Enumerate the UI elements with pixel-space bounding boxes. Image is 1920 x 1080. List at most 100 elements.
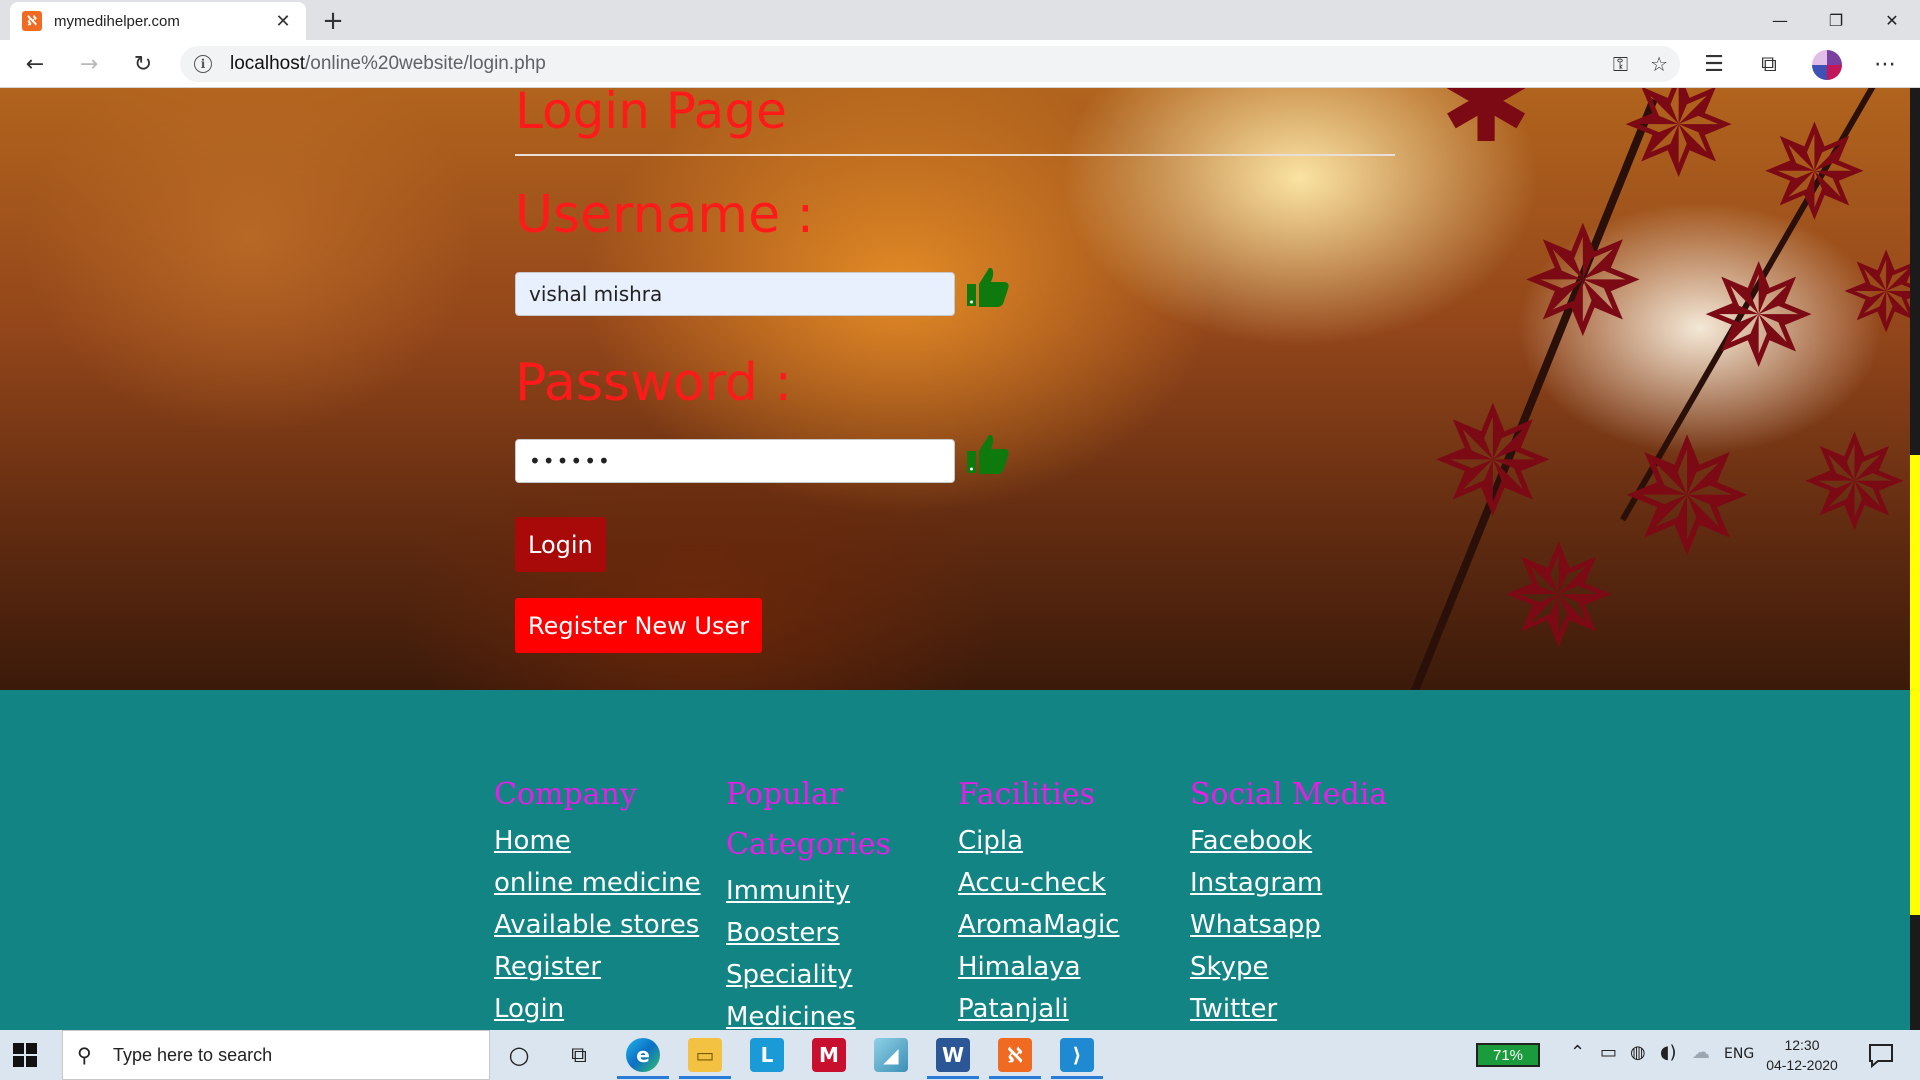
- username-label: Username :: [515, 185, 815, 245]
- battery-indicator[interactable]: 71%: [1476, 1043, 1540, 1067]
- footer-link-twitter[interactable]: Twitter: [1190, 988, 1410, 1030]
- active-app-indicator: [989, 1076, 1041, 1079]
- url-text[interactable]: localhost/online%20website/login.php: [230, 53, 546, 75]
- footer-heading: Social Media: [1190, 777, 1388, 812]
- battery-icon[interactable]: ▭: [1600, 1042, 1617, 1063]
- maple-leaf-icon: ✵: [1800, 407, 1909, 559]
- restore-icon[interactable]: ❐: [1808, 0, 1864, 40]
- favorite-star-icon[interactable]: ☆: [1650, 52, 1668, 76]
- active-app-indicator: [679, 1076, 731, 1079]
- active-app-indicator: [927, 1076, 979, 1079]
- maple-leaf-icon: ✵: [1620, 88, 1738, 209]
- maple-leaf-icon: ✵: [1700, 236, 1818, 399]
- collections-icon[interactable]: ⧉: [1752, 48, 1786, 80]
- browser-tab[interactable]: ℵ mymedihelper.com ✕: [10, 2, 306, 40]
- back-icon[interactable]: ←: [18, 48, 52, 80]
- footer-link-aromamagic[interactable]: AromaMagic: [958, 904, 1178, 946]
- footer-link-patanjali[interactable]: Patanjali: [958, 988, 1178, 1030]
- taskbar-search[interactable]: ⚲ Type here to search: [62, 1030, 490, 1080]
- volume-icon[interactable]: ◖): [1660, 1042, 1677, 1063]
- xampp-favicon-icon: ℵ: [22, 11, 42, 31]
- notes-app-icon[interactable]: ◢: [874, 1038, 908, 1072]
- footer-heading: Company: [494, 777, 637, 812]
- footer-link-whatsapp[interactable]: Whatsapp: [1190, 904, 1410, 946]
- cortana-icon[interactable]: ○: [502, 1038, 536, 1072]
- footer-link-immunity[interactable]: Immunity: [726, 870, 926, 912]
- onedrive-cloud-icon[interactable]: ☁: [1692, 1042, 1710, 1063]
- scrollbar-thumb[interactable]: [1910, 455, 1920, 915]
- url-host: localhost: [230, 53, 305, 74]
- footer-link-accu-check[interactable]: Accu-check: [958, 862, 1178, 904]
- maple-leaf-icon: ✵: [1760, 97, 1869, 249]
- footer-link-speciality[interactable]: Speciality: [726, 954, 926, 996]
- password-input[interactable]: ••••••: [515, 439, 955, 483]
- footer-link-register[interactable]: Register: [494, 946, 714, 988]
- network-globe-icon[interactable]: ◍: [1630, 1042, 1646, 1063]
- footer-column-popular-categories: Popular Categories Immunity Boosters Spe…: [726, 770, 926, 1038]
- show-hidden-icons-chevron-icon[interactable]: ⌃: [1570, 1042, 1585, 1063]
- title-divider: [515, 154, 1395, 156]
- key-icon[interactable]: ⚿: [1613, 52, 1628, 76]
- footer-link-himalaya[interactable]: Himalaya: [958, 946, 1178, 988]
- xampp-icon[interactable]: ℵ: [998, 1038, 1032, 1072]
- page-title: Login Page: [515, 88, 787, 140]
- maple-leaf-icon: ✱: [1440, 88, 1533, 167]
- footer-link-home[interactable]: Home: [494, 820, 714, 862]
- system-clock[interactable]: 12:30 04-12-2020: [1762, 1035, 1842, 1075]
- language-indicator[interactable]: ENG: [1724, 1046, 1754, 1062]
- browser-toolbar: ← → ↻ i localhost/online%20website/login…: [0, 40, 1920, 88]
- browser-tabstrip: ℵ mymedihelper.com ✕ + — ❐ ✕: [0, 0, 1920, 40]
- clock-date: 04-12-2020: [1766, 1057, 1838, 1073]
- close-window-icon[interactable]: ✕: [1864, 0, 1920, 40]
- tab-title: mymedihelper.com: [54, 12, 180, 30]
- footer-link-instagram[interactable]: Instagram: [1190, 862, 1410, 904]
- mcafee-shield-icon[interactable]: M: [812, 1038, 846, 1072]
- footer-link-cipla[interactable]: Cipla: [958, 820, 1178, 862]
- file-explorer-icon[interactable]: ▭: [688, 1038, 722, 1072]
- maple-leaf-icon: ✵: [1520, 196, 1646, 370]
- refresh-icon[interactable]: ↻: [126, 48, 160, 80]
- footer-link-facebook[interactable]: Facebook: [1190, 820, 1410, 862]
- tab-close-icon[interactable]: ✕: [272, 11, 294, 32]
- footer-link-login[interactable]: Login: [494, 988, 714, 1030]
- minimize-icon[interactable]: —: [1752, 0, 1808, 40]
- l-app-icon[interactable]: L: [750, 1038, 784, 1072]
- profile-avatar[interactable]: [1812, 50, 1842, 80]
- footer-heading: Popular Categories: [726, 777, 891, 862]
- active-app-indicator: [1051, 1076, 1103, 1079]
- forward-icon[interactable]: →: [72, 48, 106, 80]
- address-bar[interactable]: i localhost/online%20website/login.php ⚿…: [180, 46, 1680, 82]
- notification-center-icon[interactable]: [1866, 1040, 1896, 1070]
- active-app-indicator: [617, 1076, 669, 1079]
- windows-start-icon[interactable]: [12, 1042, 38, 1068]
- footer-column-social-media: Social Media Facebook Instagram Whatsapp…: [1190, 770, 1410, 1030]
- password-label: Password :: [515, 353, 792, 413]
- windows-taskbar: ⚲ Type here to search ○ ⧉ e ▭ L M ◢ W ℵ …: [0, 1030, 1920, 1080]
- thumbs-up-icon: [967, 434, 1009, 474]
- username-input[interactable]: vishal mishra: [515, 272, 955, 316]
- login-button[interactable]: Login: [515, 517, 606, 572]
- vscode-icon[interactable]: ⟩: [1060, 1038, 1094, 1072]
- login-hero: ✱ ✵ ✵ ✵ ✵ ✵ ✵ ✵ ✵ ✵ Login Page Username …: [0, 88, 1910, 690]
- site-info-icon[interactable]: i: [194, 55, 212, 73]
- more-menu-icon[interactable]: ⋯: [1868, 48, 1902, 80]
- thumbs-up-icon: [967, 267, 1009, 307]
- footer-link-skype[interactable]: Skype: [1190, 946, 1410, 988]
- clock-time: 12:30: [1784, 1037, 1820, 1053]
- new-tab-icon[interactable]: +: [318, 6, 348, 36]
- footer-column-company: Company Home online medicine Available s…: [494, 770, 714, 1030]
- task-view-icon[interactable]: ⧉: [562, 1038, 596, 1072]
- url-path: /online%20website/login.php: [305, 53, 546, 74]
- edge-browser-icon[interactable]: e: [626, 1038, 660, 1072]
- word-icon[interactable]: W: [936, 1038, 970, 1072]
- footer-link-boosters[interactable]: Boosters: [726, 912, 926, 954]
- search-placeholder: Type here to search: [113, 1044, 273, 1065]
- favorites-icon[interactable]: ☰: [1697, 48, 1731, 80]
- footer-link-online-medicine[interactable]: online medicine: [494, 862, 714, 904]
- site-footer: Company Home online medicine Available s…: [0, 690, 1910, 1032]
- footer-link-available-stores[interactable]: Available stores: [494, 904, 714, 946]
- maple-leaf-icon: ✵: [1500, 516, 1618, 679]
- maple-leaf-icon: ✵: [1840, 229, 1910, 357]
- register-new-user-button[interactable]: Register New User: [515, 598, 763, 653]
- footer-heading: Facilities: [958, 777, 1096, 812]
